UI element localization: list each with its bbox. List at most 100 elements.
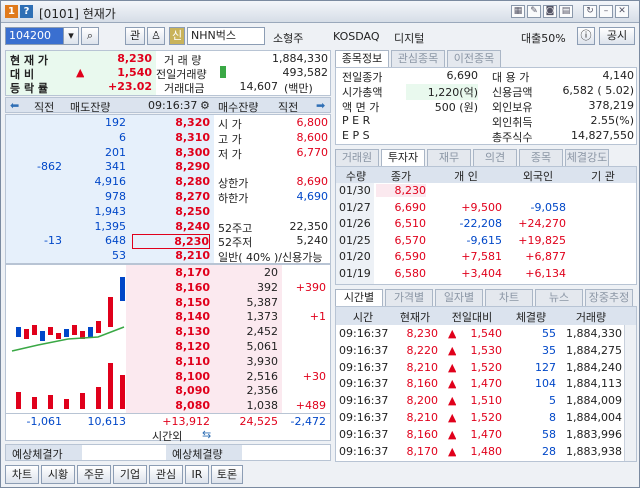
memo-icon[interactable]: ✎ <box>527 5 541 18</box>
buy-price-cell[interactable]: 8,120 <box>132 340 210 353</box>
sell-price-cell[interactable]: 8,270 <box>132 190 210 203</box>
sell-qty-cell[interactable]: 341 <box>68 160 126 173</box>
gwan-button[interactable]: 관 <box>125 27 145 45</box>
sell-qty-cell[interactable]: 1,395 <box>68 220 127 233</box>
sell-qty-cell[interactable]: 648 <box>68 234 126 247</box>
bottom-button[interactable]: 기업 <box>113 465 147 484</box>
sell-qty-cell[interactable]: 192 <box>68 116 126 129</box>
buy-qty-cell[interactable]: 1,038 <box>218 399 279 412</box>
link-icon[interactable]: ▦ <box>511 5 525 18</box>
person-icon[interactable]: ♙ <box>147 27 165 45</box>
buy-qty-cell[interactable]: 5,387 <box>218 296 279 309</box>
ticks-tab[interactable]: 장중추정 <box>585 289 633 306</box>
tick-qty: 8 <box>549 411 556 424</box>
back-arrow-icon[interactable]: ⬅ <box>10 99 19 112</box>
sell-price-cell[interactable]: 8,250 <box>132 205 210 218</box>
stock-info-tab[interactable]: 이전종목 <box>447 50 501 67</box>
info-val: 378,219 <box>588 99 635 112</box>
expected-price-label: 예상체결가 <box>12 448 63 461</box>
close-icon[interactable]: ✕ <box>615 5 629 18</box>
buy-price-cell[interactable]: 8,160 <box>132 281 210 294</box>
sell-price-cell[interactable]: 8,210 <box>132 249 210 262</box>
window-number-badge[interactable]: 1 <box>5 5 18 18</box>
investor-tab[interactable]: 종목 <box>519 149 563 166</box>
total-buy-qty: 24,525 <box>239 415 279 428</box>
swap-icon[interactable]: ⇆ <box>202 428 211 441</box>
refresh-icon[interactable]: ↻ <box>583 5 597 18</box>
sell-price-cell[interactable]: 8,280 <box>132 175 210 188</box>
bottom-button[interactable]: 차트 <box>5 465 39 484</box>
disclosure-button[interactable]: 공시 <box>599 27 635 45</box>
ticks-tab[interactable]: 뉴스 <box>535 289 583 306</box>
minimize-icon[interactable]: – <box>599 5 613 18</box>
bottom-button[interactable]: 관심 <box>149 465 183 484</box>
stock-info-tab[interactable]: 관심종목 <box>391 50 445 67</box>
stock-name-field[interactable]: NHN벅스 <box>187 27 265 45</box>
investor-individual: +3,404 <box>461 266 502 280</box>
sell-qty-cell[interactable]: 978 <box>68 190 126 203</box>
tick-scrollbar[interactable] <box>624 325 636 461</box>
ticks-tab[interactable]: 차트 <box>485 289 533 306</box>
sell-qty-header: 매도잔량 <box>70 101 111 114</box>
bottom-button[interactable]: 주문 <box>77 465 111 484</box>
buy-qty-cell[interactable]: 2,452 <box>218 325 279 338</box>
total-buy-change: -2,472 <box>290 415 326 428</box>
buy-price-cell[interactable]: 8,150 <box>132 296 210 309</box>
investor-tab[interactable]: 체결강도 <box>565 149 609 166</box>
bottom-button[interactable]: 토론 <box>211 465 243 484</box>
sell-price-cell[interactable]: 8,230 <box>132 234 210 250</box>
total-sell-qty: 10,613 <box>87 415 127 428</box>
investor-tab[interactable]: 거래원 <box>335 149 379 166</box>
buy-price-cell[interactable]: 8,100 <box>132 370 210 383</box>
chevron-down-icon[interactable]: ▾ <box>63 27 79 45</box>
buy-qty-cell[interactable]: 2,516 <box>218 370 279 383</box>
sell-price-cell[interactable]: 8,320 <box>132 116 210 129</box>
buy-qty-cell[interactable]: 3,930 <box>218 355 279 368</box>
buy-qty-cell[interactable]: 2,356 <box>218 384 279 397</box>
sell-price-cell[interactable]: 8,290 <box>132 160 210 173</box>
buy-change-cell: +489 <box>295 399 326 413</box>
investor-foreign: +6,877 <box>525 250 566 263</box>
ticks-tab[interactable]: 일자별 <box>435 289 483 306</box>
tick-qty: 5 <box>549 394 556 408</box>
info-key: E P S <box>342 129 370 142</box>
info-value: 22,350 <box>289 219 329 233</box>
sell-qty-cell[interactable]: 6 <box>68 131 126 144</box>
sell-price-cell[interactable]: 8,310 <box>132 131 210 144</box>
tick-volume: 1,883,938 <box>566 444 622 458</box>
buy-qty-cell[interactable]: 392 <box>218 281 278 294</box>
buy-price-cell[interactable]: 8,090 <box>132 384 210 397</box>
investor-tab[interactable]: 재무 <box>427 149 471 166</box>
info-icon[interactable]: ⓘ <box>577 27 595 45</box>
bottom-button[interactable]: 시황 <box>41 465 75 484</box>
sell-qty-cell[interactable]: 53 <box>68 249 126 262</box>
title-bar: 1 ? [0101] 현재가 ▦ ✎ ◙ ▤ ↻ – ✕ <box>1 1 639 23</box>
buy-price-cell[interactable]: 8,140 <box>132 310 210 323</box>
sell-qty-cell[interactable]: 201 <box>68 146 126 159</box>
buy-qty-cell[interactable]: 5,061 <box>218 340 279 353</box>
investor-close: 6,590 <box>394 250 427 263</box>
sell-qty-cell[interactable]: 1,943 <box>68 205 127 218</box>
buy-price-cell[interactable]: 8,130 <box>132 325 210 338</box>
buy-price-cell[interactable]: 8,080 <box>132 399 210 412</box>
ticks-tab[interactable]: 가격별 <box>385 289 433 306</box>
buy-price-cell[interactable]: 8,170 <box>132 266 210 279</box>
search-icon[interactable]: ⌕ <box>81 27 99 45</box>
sell-price-cell[interactable]: 8,240 <box>132 220 210 233</box>
buy-qty-cell[interactable]: 20 <box>218 266 278 279</box>
sell-price-cell[interactable]: 8,300 <box>132 146 210 159</box>
gear-icon[interactable]: ⚙ <box>200 99 210 112</box>
help-icon[interactable]: ? <box>20 5 33 18</box>
forward-arrow-icon[interactable]: ➡ <box>316 99 325 112</box>
ticks-tab[interactable]: 시간별 <box>335 289 383 306</box>
buy-price-cell[interactable]: 8,110 <box>132 355 210 368</box>
buy-qty-cell[interactable]: 1,373 <box>218 310 279 323</box>
stock-info-tab[interactable]: 종목정보 <box>335 50 389 67</box>
camera-icon[interactable]: ◙ <box>543 5 557 18</box>
investor-tab[interactable]: 투자자 <box>381 149 425 166</box>
settings-icon[interactable]: ▤ <box>559 5 573 18</box>
investor-tab[interactable]: 의견 <box>473 149 517 166</box>
credit-badge: 신 <box>169 27 185 45</box>
sell-qty-cell[interactable]: 4,916 <box>68 175 127 188</box>
bottom-button[interactable]: IR <box>185 465 209 484</box>
